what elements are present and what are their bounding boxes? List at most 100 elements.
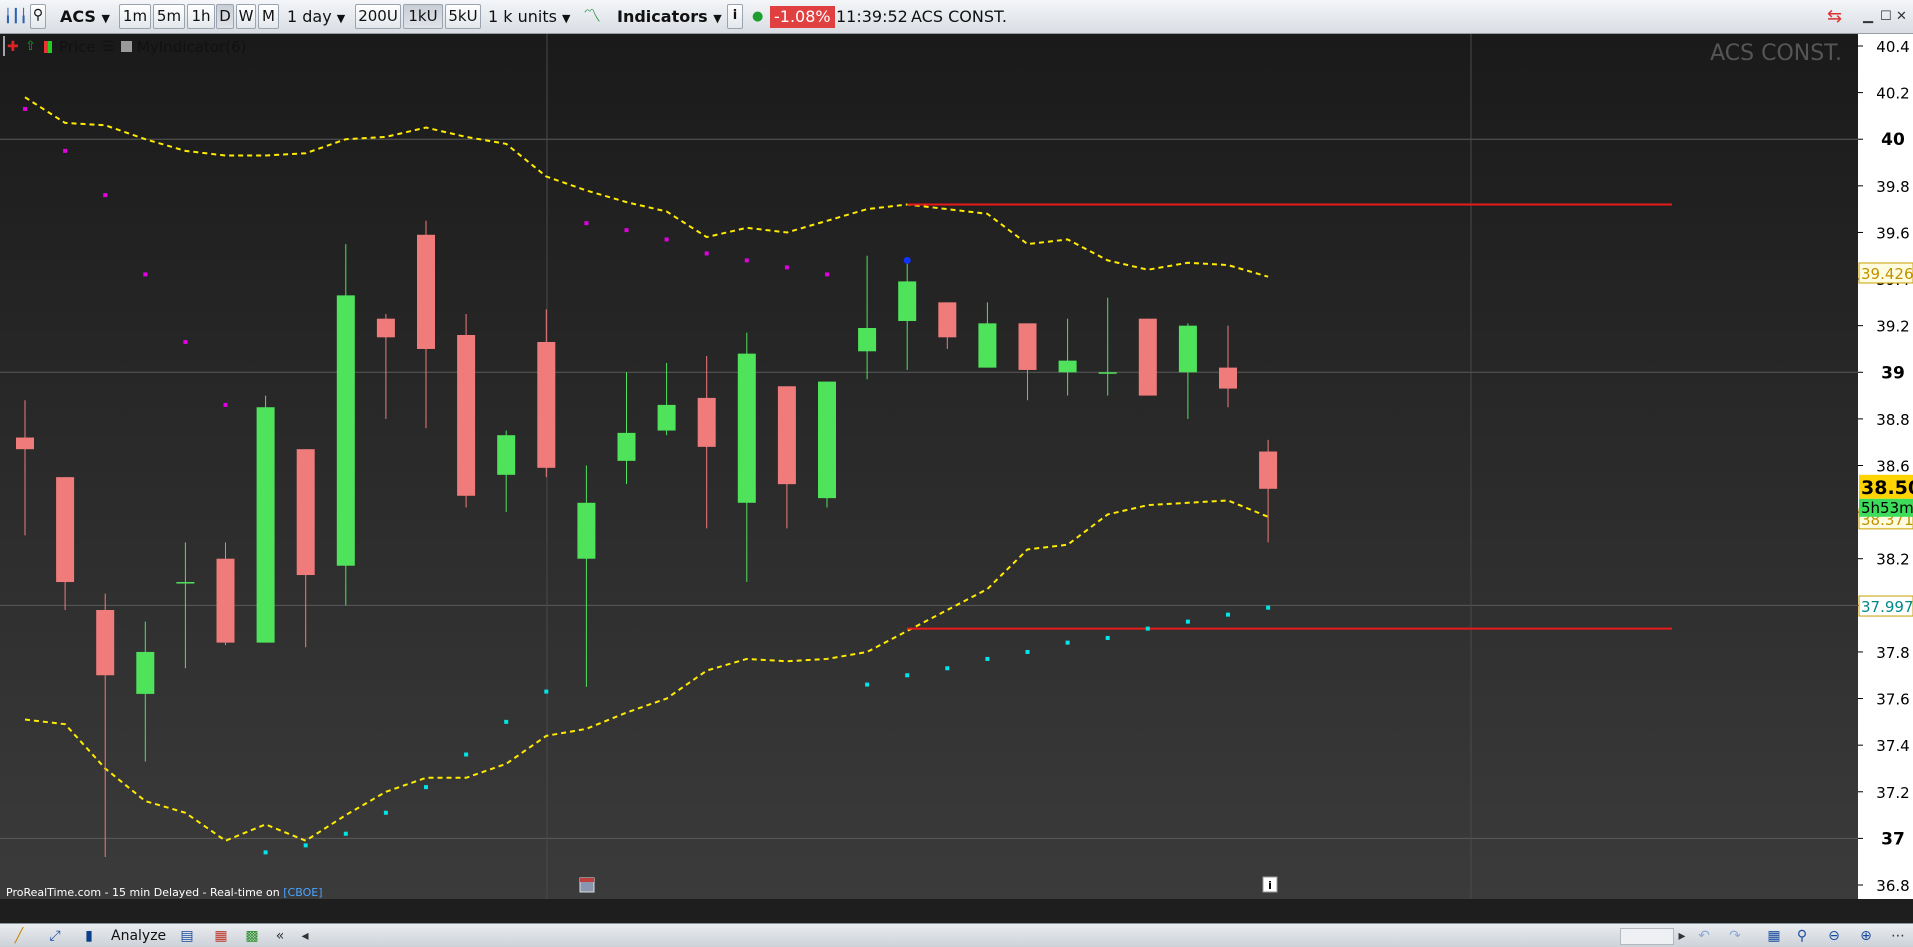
drawing-tool-icon[interactable]: ╱ (10, 927, 28, 945)
list-icon[interactable]: ☰ (102, 37, 115, 57)
zoom-out-icon[interactable]: ⊖ (1825, 927, 1843, 945)
units-200u-button[interactable]: 200U (355, 4, 401, 29)
candle-down (376, 318, 395, 338)
grid-toggle-icon[interactable]: ▦ (1765, 927, 1783, 945)
dot-low (1145, 626, 1150, 631)
dot-low (1226, 612, 1230, 617)
dot-high (143, 272, 148, 277)
price-tick-label: 39.2 (1876, 318, 1909, 336)
interval-w-button[interactable]: W (236, 4, 256, 29)
chevron-down-icon: ▼ (713, 12, 722, 25)
candle-up (898, 281, 917, 322)
last-update-time: 11:39:52 (836, 7, 908, 26)
units-select-label: 1 k units (488, 7, 557, 26)
price-tick-label: 37.6 (1876, 691, 1909, 709)
change-badge: -1.08% (770, 6, 835, 28)
book-icon[interactable]: ▮ (80, 927, 98, 945)
share-icon[interactable]: ⤢ (46, 927, 64, 945)
units-5ku-button[interactable]: 5kU (445, 4, 481, 29)
candle-down (216, 558, 235, 643)
plot-background (0, 34, 1858, 899)
upper-band-tag: 39.426 (1858, 262, 1913, 284)
candle-up (497, 435, 516, 475)
candle-down (537, 341, 556, 468)
price-color-icon (44, 41, 52, 53)
dot-low (1266, 605, 1271, 610)
units-select[interactable]: 1 k units ▼ (488, 4, 571, 29)
footer-link[interactable]: [CBOE] (283, 886, 322, 899)
interval-5m-button[interactable]: 5m (153, 4, 185, 29)
add-indicator-icon[interactable]: ✚ (7, 37, 19, 57)
candle-down (1138, 318, 1157, 396)
event-info-icon[interactable]: i (1262, 876, 1278, 893)
dot-high (103, 193, 108, 198)
interval-d-button[interactable]: D (216, 4, 234, 29)
price-tick-label: 37 (1881, 829, 1905, 849)
indicators-button[interactable]: Indicators ▼ (617, 4, 722, 29)
chart-type-icon[interactable]: ╽┃╽ (4, 4, 27, 29)
timeframe-select[interactable]: 1 day ▼ (287, 4, 345, 29)
chevron-down-icon: ▼ (101, 12, 110, 25)
dot-low (504, 719, 509, 724)
candle-down (697, 397, 716, 447)
interval-m-button[interactable]: M (258, 4, 279, 29)
info-icon[interactable]: i (727, 4, 743, 29)
zoom-in-icon[interactable]: ⊕ (1857, 927, 1875, 945)
price-chart[interactable]: 36.83737.237.437.637.83838.238.438.638.8… (0, 34, 1913, 899)
scroll-left-icon[interactable]: ◂ (296, 927, 314, 945)
calendar-icon[interactable] (579, 877, 595, 893)
redo-icon[interactable]: ↷ (1726, 927, 1744, 945)
price-tick-label: 37.8 (1876, 644, 1909, 662)
dot-low (303, 843, 308, 848)
dot-low (865, 682, 870, 687)
close-icon[interactable]: ✕ (1896, 4, 1907, 29)
table-icon[interactable]: ▩ (243, 927, 261, 945)
up-arrow-icon[interactable]: ⇧ (25, 37, 36, 57)
candle-up (136, 651, 155, 694)
indicators-label: Indicators (617, 7, 708, 26)
legend-bar: ✚ ⇧ Price ☰ MyIndicator(6) (3, 36, 246, 56)
dot-high (584, 221, 589, 226)
dot-low (905, 673, 910, 678)
candle-up (577, 502, 596, 559)
price-legend-label[interactable]: Price (59, 37, 96, 57)
minimize-icon[interactable]: ▁ (1863, 4, 1873, 29)
analyze-button[interactable]: Analyze (111, 927, 166, 945)
chat-icon[interactable]: ▤ (178, 927, 196, 945)
price-tick-label: 38.8 (1876, 411, 1909, 429)
indicator-legend-label[interactable]: MyIndicator(6) (137, 37, 252, 57)
scrollbar-thumb[interactable] (1620, 928, 1674, 945)
maximize-icon[interactable]: ☐ (1880, 4, 1892, 29)
price-tick-label: 38.6 (1876, 458, 1909, 476)
interval-1m-button[interactable]: 1m (119, 4, 151, 29)
sync-icon[interactable]: ⇆ (1827, 4, 1842, 29)
candle-down (56, 477, 75, 583)
price-tick-label: 37.2 (1876, 784, 1909, 802)
dot-high (784, 265, 789, 270)
report-icon[interactable]: ▦ (212, 927, 230, 945)
candle-up (818, 381, 836, 499)
crosshair-tool-icon[interactable]: ⚲ (30, 4, 46, 29)
dot-low (424, 785, 428, 790)
candle-down (1259, 451, 1278, 489)
symbol-selector[interactable]: ACS ▼ (60, 4, 110, 29)
dot-low (1025, 649, 1030, 654)
units-1ku-button[interactable]: 1kU (403, 4, 443, 29)
watermark: ACS CONST. (1710, 41, 1842, 66)
scroll-right-icon[interactable]: ▸ (1673, 927, 1691, 945)
dot-high (624, 228, 629, 233)
candle-up (858, 327, 877, 352)
indicator-color-icon (121, 41, 132, 52)
dot-high (63, 148, 68, 153)
candle-up (336, 295, 355, 566)
zoom-auto-icon[interactable]: ⚲ (1793, 927, 1811, 945)
candle-up (1178, 325, 1197, 373)
interval-1h-button[interactable]: 1h (187, 4, 215, 29)
price-tick-label: 39.8 (1876, 178, 1909, 196)
double-chevron-left-icon[interactable]: « (271, 927, 289, 945)
undo-icon[interactable]: ↶ (1695, 927, 1713, 945)
indicators-icon[interactable]: 〽 (583, 4, 601, 29)
price-tick-label: 39.6 (1876, 224, 1909, 242)
dot-high (183, 339, 188, 344)
more-options-icon[interactable]: ⋯ (1889, 927, 1907, 945)
